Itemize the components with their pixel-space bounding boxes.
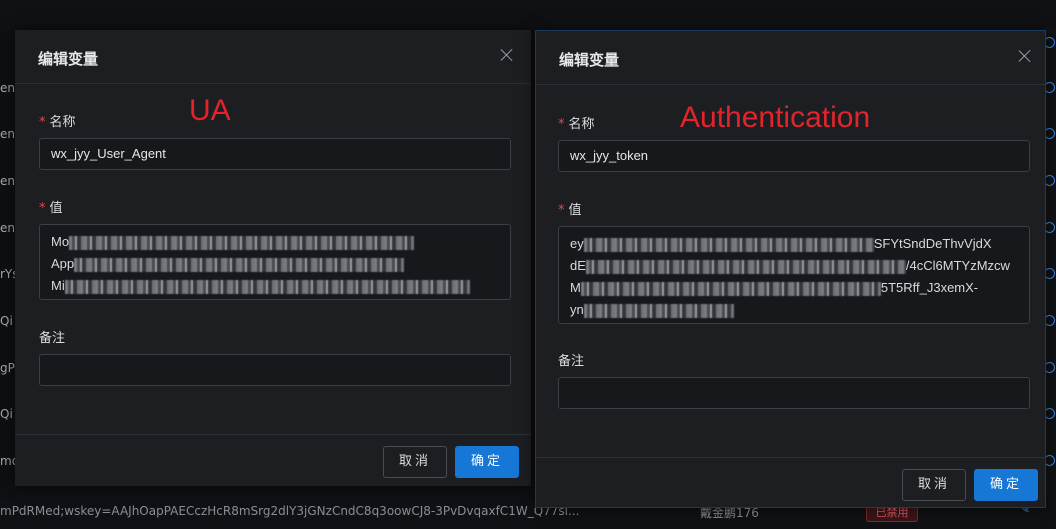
value-textarea[interactable]: ey SFYtSndDeThvVjdX dE/4cCl6MTYzMzcw M 5T5… <box>558 226 1030 324</box>
edit-variable-dialog-ua: 编辑变量 UA * 名称 wx_jyy_User_Agent * 值 Mo App … <box>15 30 531 486</box>
required-mark: * <box>558 203 565 218</box>
row-fragment: en <box>0 174 15 188</box>
remark-label: 备注 <box>558 354 585 369</box>
value-textarea[interactable]: Mo App Mi <box>39 224 511 300</box>
remark-input[interactable] <box>39 354 511 386</box>
redacted-text <box>580 281 881 296</box>
confirm-button[interactable]: 确定 <box>974 469 1038 501</box>
dialog-footer: 取消 确定 <box>536 457 1045 508</box>
cancel-button[interactable]: 取消 <box>383 446 447 478</box>
cancel-button[interactable]: 取消 <box>902 469 966 501</box>
redacted-text <box>583 303 734 318</box>
annotation-label: Authentication <box>680 101 871 134</box>
redacted-text <box>64 279 470 294</box>
redacted-text <box>583 237 874 252</box>
row-fragment: Qi <box>0 314 13 328</box>
name-input[interactable]: wx_jyy_User_Agent <box>39 138 511 170</box>
dialog-header: 编辑变量 <box>15 30 531 84</box>
annotation-label: UA <box>189 94 231 127</box>
name-label: * 名称 <box>39 115 76 130</box>
dialog-footer: 取消 确定 <box>15 434 531 487</box>
edit-variable-dialog-token: 编辑变量 Authentication * 名称 wx_jyy_token * 值 … <box>535 30 1046 508</box>
dialog-title: 编辑变量 <box>38 50 99 68</box>
value-label: * 值 <box>39 201 63 216</box>
remark-input[interactable] <box>558 377 1030 409</box>
row-fragment: gP <box>0 361 15 375</box>
redacted-text <box>74 257 405 272</box>
required-mark: * <box>39 201 46 216</box>
redacted-text <box>585 259 906 274</box>
row-fragment: Qi <box>0 407 13 421</box>
background-header <box>0 0 1056 28</box>
row-fragment: en <box>0 127 15 141</box>
redacted-text <box>69 235 415 250</box>
close-icon[interactable] <box>1015 46 1035 66</box>
dialog-title: 编辑变量 <box>559 51 620 69</box>
remark-label: 备注 <box>39 331 66 346</box>
cookie-value: mPdRMed;wskey=AAJhOapPAECczHcR8mSrg2dlY3… <box>0 504 580 518</box>
name-input[interactable]: wx_jyy_token <box>558 140 1030 172</box>
confirm-button[interactable]: 确定 <box>455 446 519 478</box>
required-mark: * <box>558 117 565 132</box>
name-label: * 名称 <box>558 117 595 132</box>
row-fragment: en <box>0 81 15 95</box>
row-fragment: en <box>0 221 15 235</box>
value-label: * 值 <box>558 203 582 218</box>
required-mark: * <box>39 115 46 130</box>
close-icon[interactable] <box>497 45 517 65</box>
dialog-header: 编辑变量 <box>536 31 1045 85</box>
